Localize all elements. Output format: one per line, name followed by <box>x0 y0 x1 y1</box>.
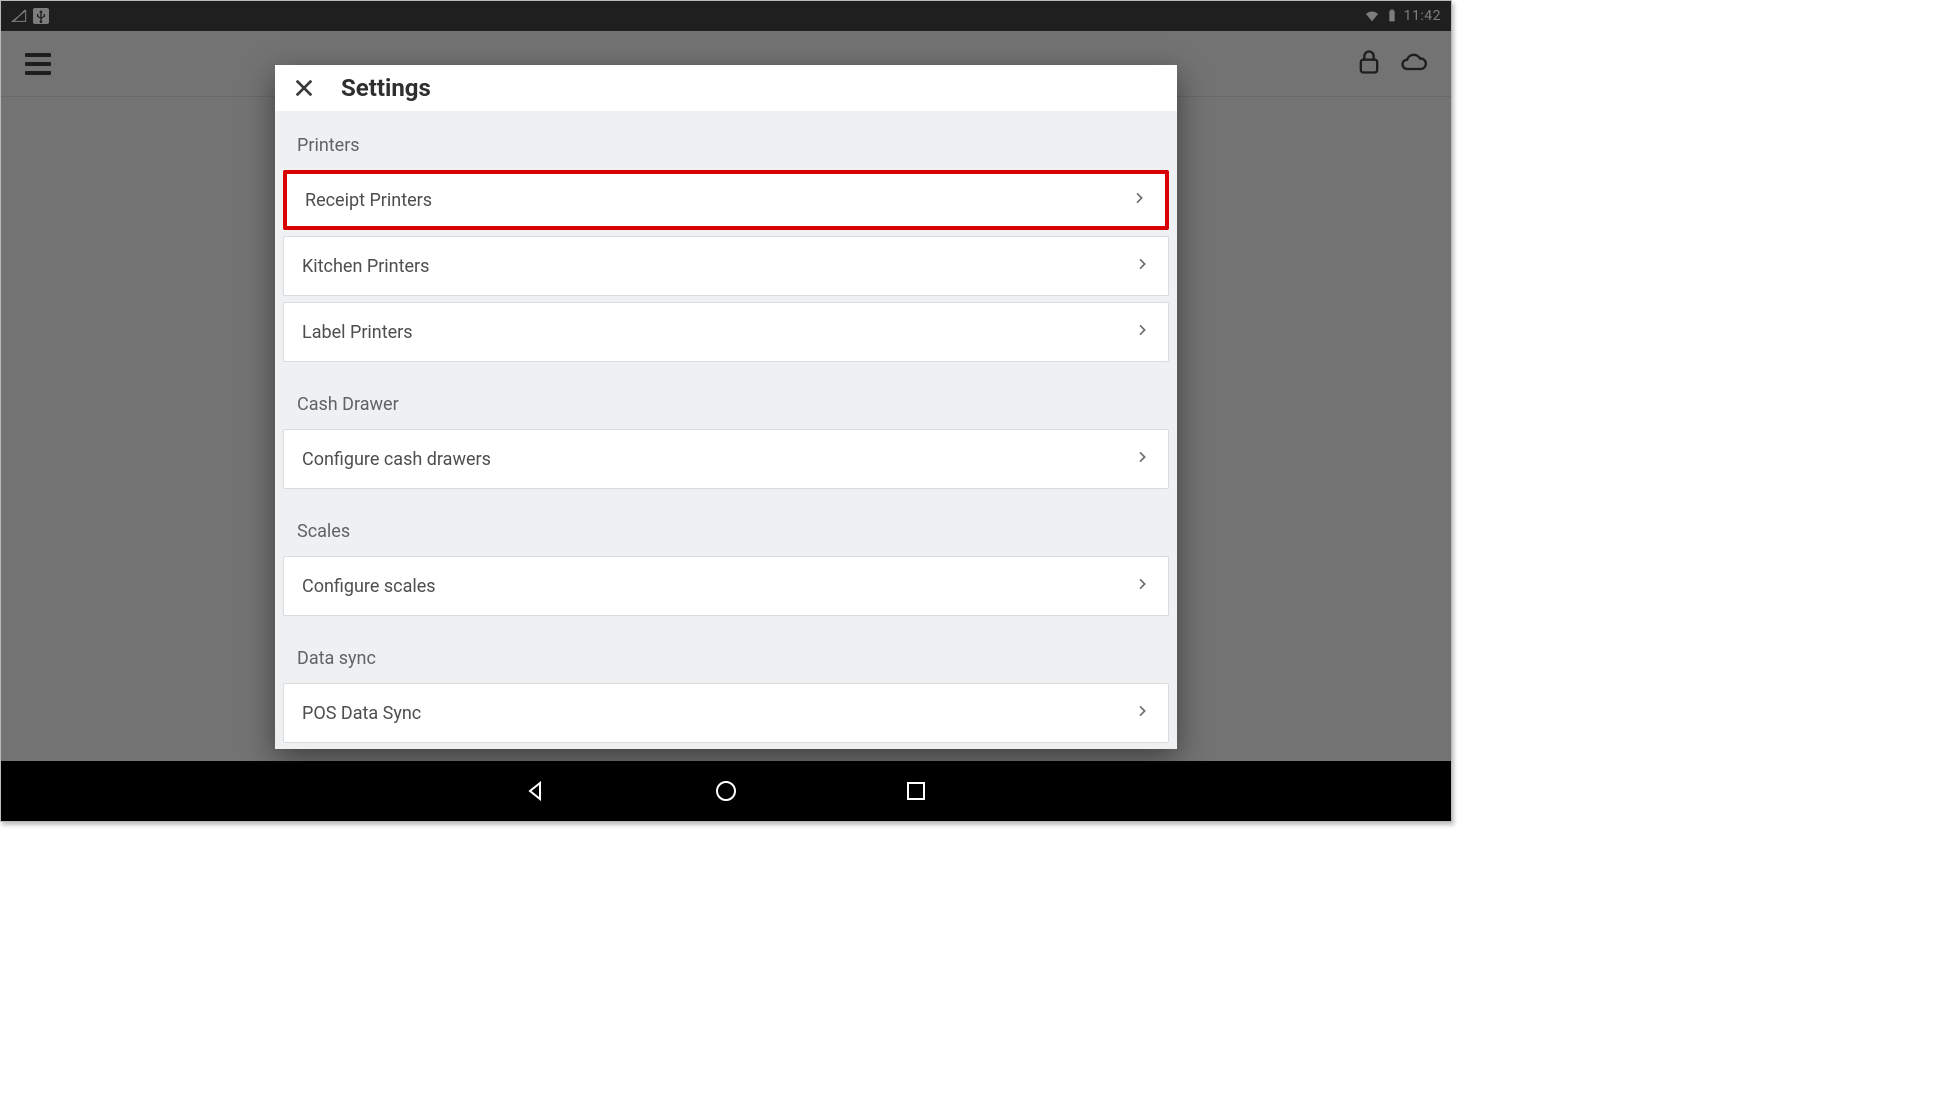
settings-row[interactable]: Label Printers <box>283 302 1169 362</box>
settings-modal: Settings Printers Receipt Printers Kitchen… <box>275 65 1177 749</box>
chevron-right-icon <box>1134 703 1150 723</box>
settings-row-label: Label Printers <box>302 322 413 343</box>
android-nav-bar <box>1 761 1451 821</box>
status-wifi-icon <box>1364 8 1380 24</box>
chevron-right-icon <box>1134 256 1150 276</box>
close-icon[interactable] <box>289 73 319 103</box>
settings-row[interactable]: Kitchen Printers <box>283 236 1169 296</box>
settings-row-label: Kitchen Printers <box>302 256 429 277</box>
settings-list[interactable]: Printers Receipt Printers Kitchen Printers… <box>275 111 1177 749</box>
chevron-right-icon <box>1134 576 1150 596</box>
status-signal-off-icon <box>11 8 27 24</box>
chevron-right-icon <box>1134 449 1150 469</box>
settings-row-label: Configure scales <box>302 576 436 597</box>
settings-row-label: Configure cash drawers <box>302 449 491 470</box>
section-header: Cash Drawer <box>275 368 1177 425</box>
modal-header: Settings <box>275 65 1177 111</box>
section-header: Data sync <box>275 622 1177 679</box>
settings-row-label: Receipt Printers <box>305 190 432 211</box>
chevron-right-icon <box>1131 190 1147 210</box>
nav-back-icon[interactable] <box>521 776 551 806</box>
settings-row[interactable]: POS Data Sync <box>283 683 1169 743</box>
status-usb-icon <box>33 8 49 24</box>
settings-row[interactable]: Receipt Printers <box>283 170 1169 230</box>
settings-row[interactable]: Configure scales <box>283 556 1169 616</box>
nav-home-icon[interactable] <box>711 776 741 806</box>
android-status-bar: 11:42 <box>1 1 1451 31</box>
status-battery-icon <box>1384 8 1400 24</box>
settings-row[interactable]: Configure cash drawers <box>283 429 1169 489</box>
status-clock: 11:42 <box>1404 8 1441 24</box>
nav-recent-icon[interactable] <box>901 776 931 806</box>
modal-title: Settings <box>341 74 431 102</box>
section-header: Scales <box>275 495 1177 552</box>
chevron-right-icon <box>1134 322 1150 342</box>
settings-row-label: POS Data Sync <box>302 703 421 724</box>
section-header: Printers <box>275 111 1177 166</box>
